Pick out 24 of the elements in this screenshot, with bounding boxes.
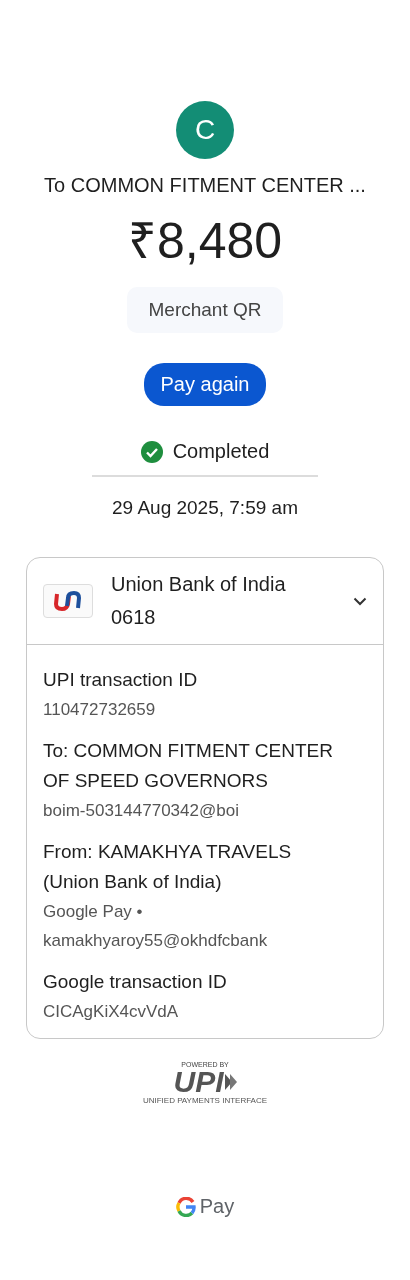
upi-logo-text: UPI — [173, 1068, 224, 1096]
payee-avatar: C — [176, 101, 234, 159]
google-g-icon — [175, 1196, 196, 1217]
detail-label: To: COMMON FITMENT CENTER OF SPEED GOVERNORS — [43, 739, 334, 793]
chevron-down-icon[interactable] — [353, 596, 367, 606]
payee-title: To COMMON FITMENT CENTER ... — [44, 174, 366, 197]
arrow-icon — [224, 1072, 237, 1092]
account-number: 0618 — [111, 605, 157, 630]
detail-label: Google transaction ID — [43, 970, 228, 994]
detail-value: 110472732659 — [43, 699, 157, 721]
pay-again-button[interactable]: Pay again — [143, 363, 267, 406]
detail-label: From: KAMAKHYA TRAVELS (Union Bank of India) — [43, 840, 293, 894]
payment-type-chip: Merchant QR — [126, 287, 284, 333]
transaction-date: 29 Aug 2025, 7:59 am — [112, 497, 298, 519]
status-text: Completed — [172, 440, 270, 463]
detail-value: CICAgKiX4cvVdA — [43, 1001, 180, 1023]
brand-name: Pay — [199, 1195, 235, 1218]
upi-tagline: UNIFIED PAYMENTS INTERFACE — [142, 1096, 268, 1105]
detail-value: boim-503144770342@boi — [43, 800, 240, 822]
bank-logo-icon — [43, 584, 93, 618]
detail-value: Google Pay • kamakhyaroy55@okhdfcbank — [43, 901, 269, 952]
bank-name: Union Bank of India — [111, 572, 287, 597]
detail-label: UPI transaction ID — [43, 668, 199, 692]
amount: ₹8,480 — [127, 212, 283, 271]
